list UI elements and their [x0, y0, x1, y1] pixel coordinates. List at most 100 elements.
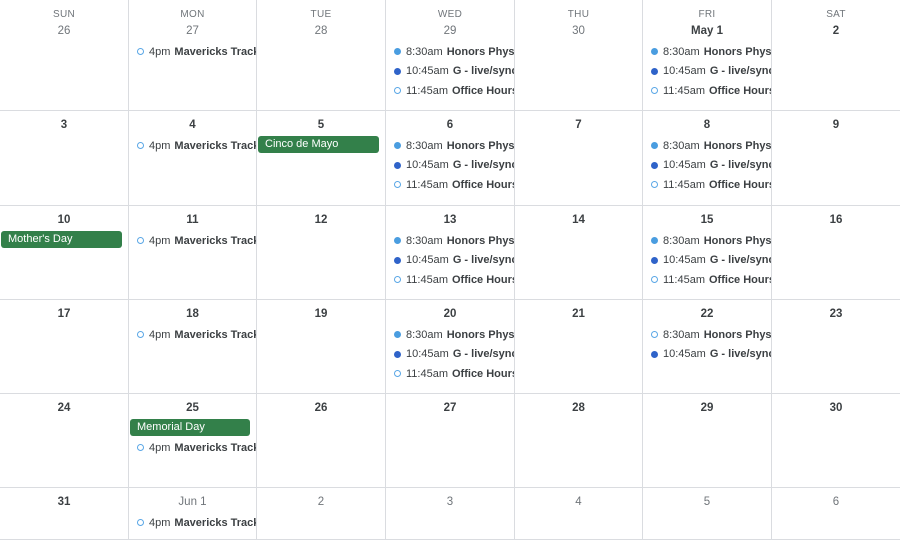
- day-cell[interactable]: 18 4pmMavericks Track &: [129, 300, 257, 394]
- day-cell[interactable]: 10 Mother's Day: [0, 206, 129, 300]
- day-number[interactable]: 27: [386, 401, 514, 416]
- timed-event[interactable]: 11:45am Office Hours (: [643, 270, 771, 290]
- day-number[interactable]: 11: [129, 213, 256, 228]
- day-number[interactable]: 3: [386, 495, 514, 510]
- timed-event[interactable]: 4pmMavericks Track &: [129, 42, 256, 62]
- day-number[interactable]: 24: [0, 401, 128, 416]
- holiday-event-chip[interactable]: Cinco de Mayo: [258, 136, 379, 153]
- timed-event[interactable]: 11:45am Office Hours (: [386, 175, 514, 195]
- day-number[interactable]: 12: [257, 213, 385, 228]
- timed-event[interactable]: 11:45am Office Hours (: [386, 270, 514, 290]
- day-number[interactable]: 9: [772, 118, 900, 133]
- day-cell[interactable]: Jun 1 4pmMavericks Track &: [129, 488, 257, 540]
- day-number[interactable]: 23: [772, 307, 900, 322]
- day-cell[interactable]: 28: [515, 394, 643, 488]
- day-cell[interactable]: 4: [515, 488, 643, 540]
- day-cell[interactable]: 29: [643, 394, 772, 488]
- day-number[interactable]: 15: [643, 213, 771, 228]
- day-number[interactable]: 3: [0, 118, 128, 133]
- timed-event[interactable]: 8:30amHonors Physics: [643, 231, 771, 251]
- timed-event[interactable]: 4pmMavericks Track &: [129, 513, 256, 533]
- day-cell[interactable]: 23: [772, 300, 900, 394]
- day-number[interactable]: 17: [0, 307, 128, 322]
- day-number[interactable]: 31: [0, 495, 128, 510]
- timed-event[interactable]: 10:45amG - live/synchr: [643, 345, 771, 365]
- day-number[interactable]: 10: [0, 213, 128, 228]
- day-number[interactable]: 25: [129, 401, 256, 416]
- day-cell[interactable]: SUN 26: [0, 0, 129, 111]
- day-cell[interactable]: 16: [772, 206, 900, 300]
- timed-event[interactable]: 10:45amG - live/synchr: [643, 251, 771, 271]
- day-number[interactable]: 18: [129, 307, 256, 322]
- day-cell[interactable]: 31: [0, 488, 129, 540]
- day-number[interactable]: 28: [257, 24, 385, 39]
- timed-event[interactable]: 11:45am Office Hours (: [643, 81, 771, 101]
- day-number[interactable]: Jun 1: [129, 495, 256, 510]
- day-number[interactable]: 29: [643, 401, 771, 416]
- day-number[interactable]: 5: [643, 495, 771, 510]
- day-number[interactable]: 8: [643, 118, 771, 133]
- day-cell[interactable]: 208:30amHonors Physics10:45amG - live/sy…: [386, 300, 515, 394]
- timed-event[interactable]: 10:45amG - live/synchr: [386, 345, 514, 365]
- day-cell[interactable]: 19: [257, 300, 386, 394]
- timed-event[interactable]: 8:30amHonors Physics: [643, 325, 771, 345]
- day-cell[interactable]: 12: [257, 206, 386, 300]
- day-number[interactable]: 22: [643, 307, 771, 322]
- day-number[interactable]: 4: [129, 118, 256, 133]
- day-number[interactable]: 21: [515, 307, 642, 322]
- day-cell[interactable]: 24: [0, 394, 129, 488]
- day-number[interactable]: 26: [0, 24, 128, 39]
- timed-event[interactable]: 8:30amHonors Physics: [643, 42, 771, 62]
- day-cell[interactable]: 4 4pmMavericks Track &: [129, 111, 257, 206]
- timed-event[interactable]: 4pmMavericks Track &: [129, 325, 256, 345]
- day-number[interactable]: 7: [515, 118, 642, 133]
- day-cell[interactable]: MON 27 4pmMavericks Track &: [129, 0, 257, 111]
- day-cell[interactable]: 11 4pmMavericks Track &: [129, 206, 257, 300]
- day-number[interactable]: 14: [515, 213, 642, 228]
- day-cell[interactable]: 5: [643, 488, 772, 540]
- day-number[interactable]: 30: [515, 24, 642, 39]
- day-cell[interactable]: 68:30amHonors Physics10:45amG - live/syn…: [386, 111, 515, 206]
- timed-event[interactable]: 10:45amG - live/synchr: [643, 156, 771, 176]
- day-cell[interactable]: WED298:30amHonors Physics10:45amG - live…: [386, 0, 515, 111]
- timed-event[interactable]: 8:30amHonors Physics: [386, 231, 514, 251]
- day-number[interactable]: 27: [129, 24, 256, 39]
- day-number[interactable]: 29: [386, 24, 514, 39]
- day-cell[interactable]: 2: [257, 488, 386, 540]
- timed-event[interactable]: 11:45am Office Hours (: [386, 81, 514, 101]
- day-cell[interactable]: 9: [772, 111, 900, 206]
- day-cell[interactable]: 21: [515, 300, 643, 394]
- day-cell[interactable]: 30: [772, 394, 900, 488]
- timed-event[interactable]: 11:45am Office Hours (: [643, 175, 771, 195]
- day-number[interactable]: 6: [386, 118, 514, 133]
- day-number[interactable]: 16: [772, 213, 900, 228]
- timed-event[interactable]: 10:45amG - live/synchr: [386, 251, 514, 271]
- timed-event[interactable]: 8:30amHonors Physics: [386, 42, 514, 62]
- day-cell[interactable]: 5 Cinco de Mayo: [257, 111, 386, 206]
- day-cell[interactable]: 17: [0, 300, 129, 394]
- day-number[interactable]: 30: [772, 401, 900, 416]
- day-cell[interactable]: 25 Memorial Day 4pmMavericks Track &: [129, 394, 257, 488]
- day-cell[interactable]: FRIMay 18:30amHonors Physics10:45amG - l…: [643, 0, 772, 111]
- holiday-event-chip[interactable]: Memorial Day: [130, 419, 250, 436]
- day-number[interactable]: 4: [515, 495, 642, 510]
- day-number[interactable]: 26: [257, 401, 385, 416]
- timed-event[interactable]: 8:30amHonors Physics: [386, 136, 514, 156]
- timed-event[interactable]: 8:30amHonors Physics: [643, 136, 771, 156]
- day-cell[interactable]: 7: [515, 111, 643, 206]
- day-cell[interactable]: 15 8:30amHonors Physics10:45amG - live/sy…: [643, 206, 772, 300]
- timed-event[interactable]: 10:45amG - live/synchr: [643, 62, 771, 82]
- day-cell[interactable]: 8 8:30amHonors Physics10:45amG - live/syn…: [643, 111, 772, 206]
- day-number[interactable]: 2: [257, 495, 385, 510]
- day-number[interactable]: 28: [515, 401, 642, 416]
- day-cell[interactable]: 14: [515, 206, 643, 300]
- day-number[interactable]: 13: [386, 213, 514, 228]
- holiday-event-chip[interactable]: Mother's Day: [1, 231, 122, 248]
- day-cell[interactable]: 6: [772, 488, 900, 540]
- timed-event[interactable]: 4pmMavericks Track &: [129, 136, 256, 156]
- day-cell[interactable]: SAT 2: [772, 0, 900, 111]
- day-number[interactable]: 5: [257, 118, 385, 133]
- day-number[interactable]: 6: [772, 495, 900, 510]
- timed-event[interactable]: 10:45amG - live/synchr: [386, 62, 514, 82]
- day-cell[interactable]: TUE 28: [257, 0, 386, 111]
